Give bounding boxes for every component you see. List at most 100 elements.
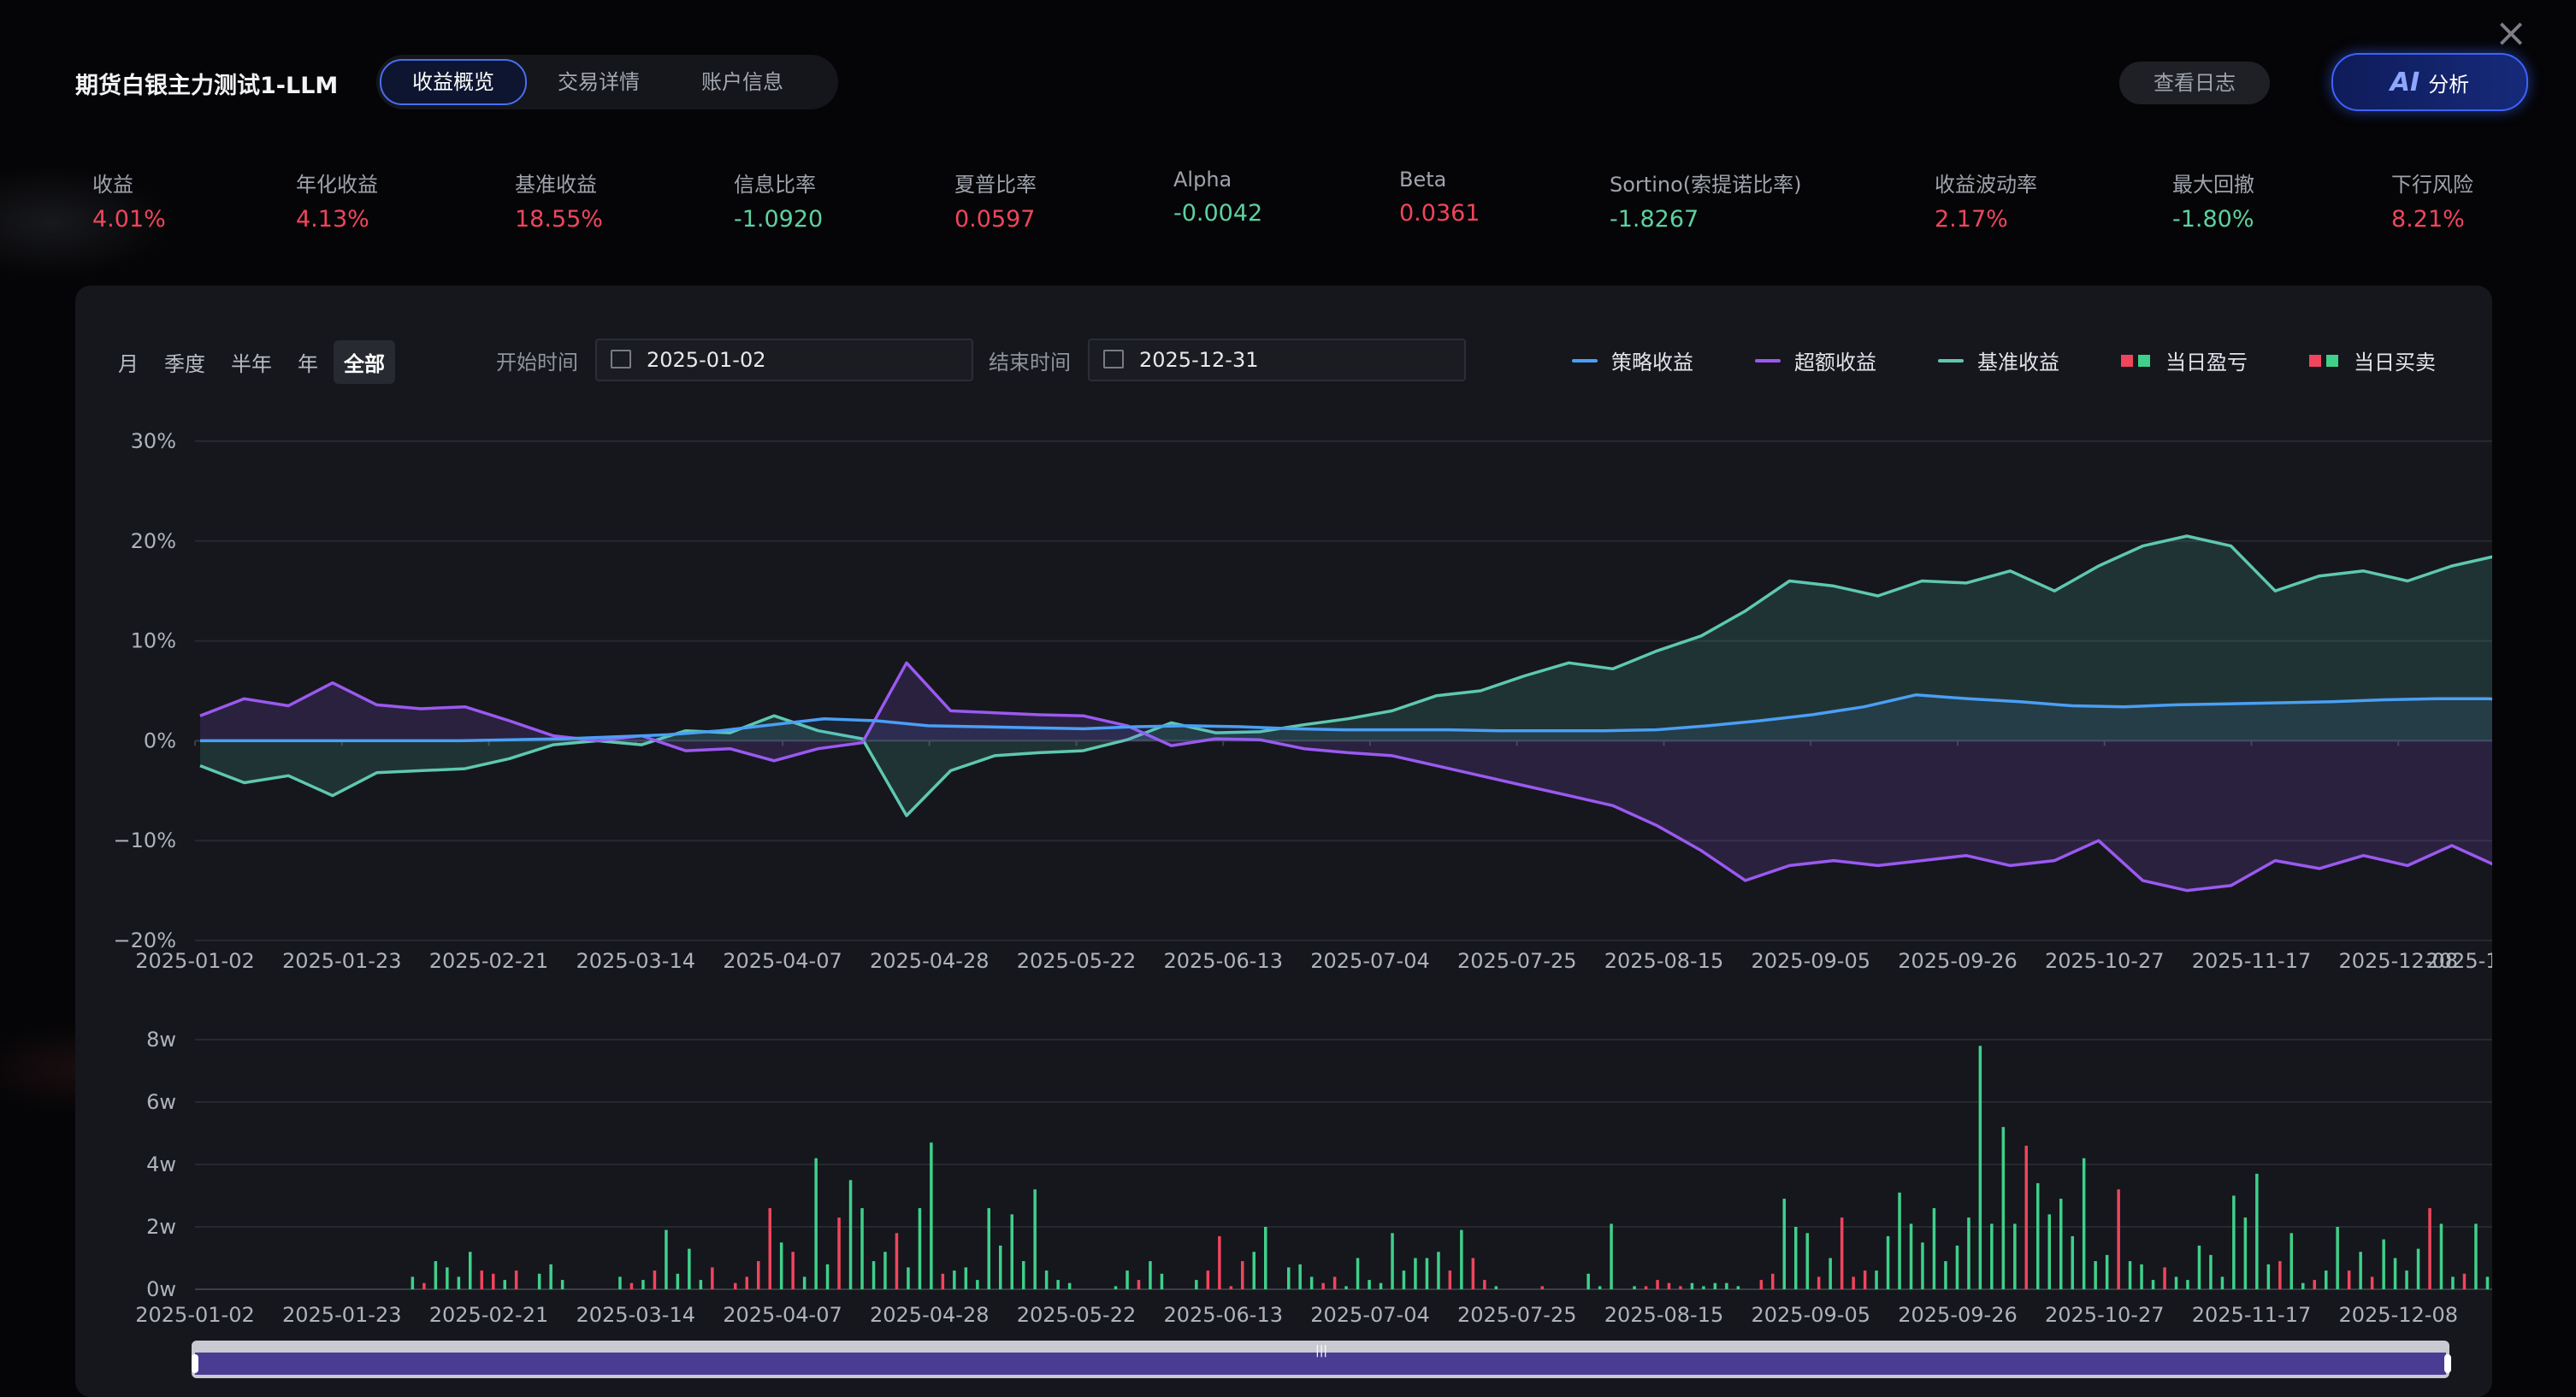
volume-bar (791, 1252, 795, 1289)
volume-bar (942, 1274, 945, 1289)
tab-trade-details[interactable]: 交易详情 (527, 61, 671, 103)
volume-bar (2382, 1240, 2385, 1289)
stat-label: 收益 (92, 168, 166, 197)
volume-bar (688, 1249, 691, 1289)
period-year[interactable]: 年 (287, 340, 328, 384)
volume-bar (919, 1208, 922, 1289)
period-half-year[interactable]: 半年 (221, 340, 282, 384)
stat-value: 4.01% (92, 206, 166, 233)
zoom-grip-icon[interactable]: ||| (1315, 1344, 1327, 1358)
x-tick-label: 2025-03-14 (576, 1303, 695, 1325)
volume-bar (2106, 1255, 2109, 1289)
volume-bar (803, 1276, 806, 1289)
volume-bar (1921, 1242, 1924, 1289)
volume-bar (883, 1252, 887, 1289)
y-tick-label: 4w (146, 1152, 176, 1176)
volume-bar (2094, 1261, 2097, 1289)
volume-bar (965, 1267, 968, 1289)
stat-beta: Beta 0.0361 (1399, 168, 1480, 227)
start-date-input[interactable]: 2025-01-02 (595, 339, 973, 381)
volume-bar (1437, 1252, 1440, 1289)
returns-line-chart[interactable]: 30%20%10%0%−10%−20%2025-01-022025-01-232… (75, 402, 2492, 983)
legend-daily-pnl[interactable]: 当日盈亏 (2121, 345, 2248, 375)
volume-bar (2313, 1280, 2317, 1289)
volume-bar (2036, 1183, 2040, 1289)
legend-square-swatch (2326, 355, 2338, 367)
volume-bar (1195, 1280, 1198, 1289)
legend-daily-trades[interactable]: 当日买卖 (2309, 345, 2436, 375)
volume-bar (1898, 1193, 1901, 1289)
start-date-label: 开始时间 (496, 345, 578, 375)
volume-bar (1979, 1046, 1982, 1289)
x-tick-label: 2025-09-26 (1898, 949, 2017, 973)
x-tick-label: 2025-10-27 (2045, 1303, 2164, 1325)
stat-value: -1.8267 (1610, 206, 1801, 233)
volume-bar (538, 1274, 541, 1289)
volume-bar (1161, 1274, 1164, 1289)
x-tick-label: 2025-04-28 (870, 1303, 989, 1325)
volume-bar (1218, 1236, 1221, 1289)
stat-volatility: 收益波动率 2.17% (1935, 168, 2037, 233)
stat-value: -0.0042 (1173, 200, 1262, 227)
volume-bar (1668, 1283, 1671, 1289)
tab-overview[interactable]: 收益概览 (380, 59, 527, 105)
legend-strategy[interactable]: 策略收益 (1572, 345, 1693, 375)
x-tick-label: 2025-04-07 (723, 1303, 842, 1325)
ai-analysis-button[interactable]: AI 分析 (2331, 53, 2528, 111)
volume-bar (1356, 1258, 1360, 1290)
volume-bar (1241, 1261, 1244, 1289)
volume-bar (1933, 1208, 1936, 1289)
period-quarter[interactable]: 季度 (154, 340, 216, 384)
stat-information-ratio: 信息比率 -1.0920 (734, 168, 823, 233)
zoom-handle-left[interactable] (192, 1354, 198, 1373)
legend-label: 当日买卖 (2354, 345, 2436, 375)
y-tick-label: 20% (131, 529, 176, 553)
volume-bar (1656, 1280, 1659, 1289)
period-all[interactable]: 全部 (334, 340, 395, 384)
volume-bar (2301, 1283, 2305, 1289)
stat-value: 18.55% (515, 206, 603, 233)
volume-bar (1967, 1217, 1970, 1289)
stat-value: 2.17% (1935, 206, 2037, 233)
volume-bar (2059, 1199, 2063, 1289)
volume-bar (2129, 1261, 2132, 1289)
stat-label: Sortino(索提诺比率) (1610, 168, 1801, 197)
volume-bar (1449, 1270, 1452, 1289)
volume-bar (1126, 1270, 1129, 1289)
close-icon[interactable]: × (2490, 12, 2532, 53)
volume-bar (2336, 1227, 2339, 1289)
volume-bar (1380, 1283, 1383, 1289)
volume-bar (1137, 1280, 1141, 1289)
end-date-input[interactable]: 2025-12-31 (1088, 339, 1466, 381)
stat-label: Alpha (1173, 168, 1262, 192)
volume-bar (1633, 1286, 1636, 1289)
volume-bar (1460, 1230, 1463, 1289)
volume-bar (711, 1267, 714, 1289)
x-tick-label: 2025-02-21 (429, 949, 548, 973)
ai-icon: AI (2390, 68, 2419, 97)
volume-bar (2198, 1246, 2201, 1289)
zoom-handle-right[interactable] (2444, 1354, 2451, 1373)
legend-excess[interactable]: 超额收益 (1755, 345, 1876, 375)
stat-sortino: Sortino(索提诺比率) -1.8267 (1610, 168, 1801, 233)
legend-benchmark[interactable]: 基准收益 (1938, 345, 2059, 375)
volume-bar (1610, 1223, 1613, 1289)
x-tick-label: 2025-07-25 (1457, 949, 1576, 973)
view-log-button[interactable]: 查看日志 (2119, 62, 2270, 104)
volume-bar (2417, 1249, 2420, 1289)
ai-analysis-label: 分析 (2428, 68, 2469, 97)
volume-bar (504, 1280, 507, 1289)
daily-volume-bar-chart[interactable]: 8w6w4w2w0w2025-01-022025-01-232025-02-21… (75, 1017, 2492, 1325)
stat-label: 收益波动率 (1935, 168, 2037, 197)
stat-label: 年化收益 (296, 168, 378, 197)
tab-account-info[interactable]: 账户信息 (671, 61, 814, 103)
x-tick-label: 2025-07-25 (1457, 1303, 1576, 1325)
legend-label: 超额收益 (1794, 345, 1876, 375)
volume-bar (999, 1246, 1002, 1289)
y-tick-label: −10% (114, 828, 176, 852)
volume-bar (1056, 1280, 1060, 1289)
period-month[interactable]: 月 (108, 340, 149, 384)
volume-bar (2451, 1276, 2455, 1289)
volume-bar (1806, 1233, 1810, 1289)
stat-benchmark-return: 基准收益 18.55% (515, 168, 603, 233)
